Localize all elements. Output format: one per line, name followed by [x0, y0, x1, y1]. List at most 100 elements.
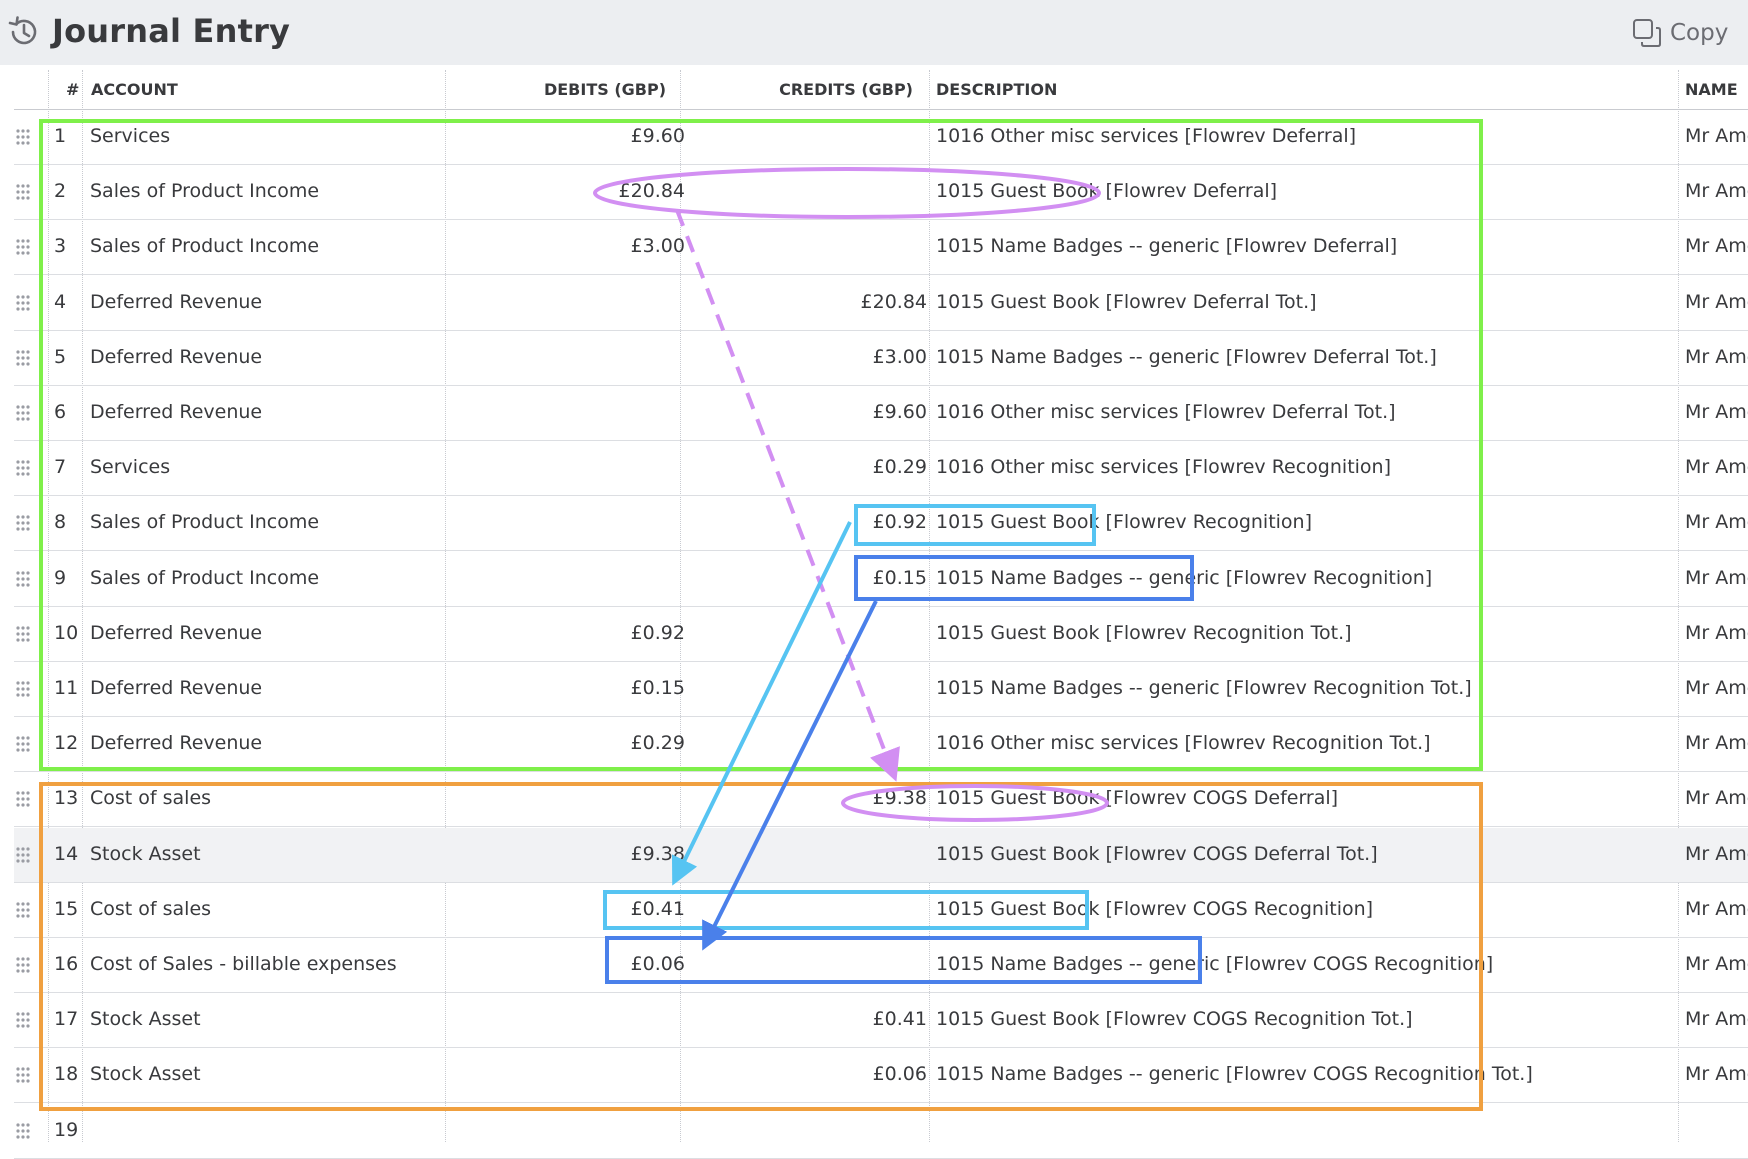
debit-cell[interactable]: £9.38 — [444, 843, 685, 865]
name-cell[interactable]: Mr Ame — [1685, 843, 1748, 865]
table-row[interactable]: 19 — [14, 1104, 1748, 1159]
description-cell[interactable]: 1015 Guest Book [Flowrev Deferral] — [936, 180, 1277, 202]
debit-cell[interactable]: £20.84 — [444, 180, 685, 202]
table-row[interactable]: 12 Deferred Revenue £0.29 1016 Other misc s… — [14, 717, 1748, 773]
table-row[interactable]: 8 Sales of Product Income £0.92 1015 Guest … — [14, 496, 1748, 552]
description-cell[interactable]: 1015 Name Badges -- generic [Flowrev Def… — [936, 346, 1437, 368]
name-cell[interactable]: Mr Ame — [1685, 898, 1748, 920]
debit-cell[interactable]: £0.06 — [444, 953, 685, 975]
debit-cell[interactable]: £0.29 — [444, 732, 685, 754]
credit-cell[interactable]: £0.92 — [688, 511, 927, 533]
description-cell[interactable]: 1015 Guest Book [Flowrev COGS Deferral] — [936, 787, 1338, 809]
name-cell[interactable]: Mr Ame — [1685, 622, 1748, 644]
name-cell[interactable]: Mr Ame — [1685, 1063, 1748, 1085]
table-row[interactable]: 9 Sales of Product Income £0.15 1015 Name B… — [14, 552, 1748, 607]
name-cell[interactable]: Mr Ame — [1685, 953, 1748, 975]
name-cell[interactable]: Mr Ame — [1685, 291, 1748, 313]
description-cell[interactable]: 1015 Guest Book [Flowrev COGS Deferral T… — [936, 843, 1378, 865]
drag-handle-icon[interactable] — [16, 460, 30, 476]
name-cell[interactable]: Mr Ame — [1685, 1008, 1748, 1030]
drag-handle-icon[interactable] — [16, 1012, 30, 1028]
credit-cell[interactable]: £3.00 — [688, 346, 927, 368]
name-cell[interactable]: Mr Ame — [1685, 180, 1748, 202]
description-cell[interactable]: 1015 Guest Book [Flowrev Deferral Tot.] — [936, 291, 1317, 313]
table-row[interactable]: 5 Deferred Revenue £3.00 1015 Name Badges -… — [14, 331, 1748, 386]
table-row[interactable]: 2 Sales of Product Income £20.84 1015 Guest… — [14, 165, 1748, 221]
drag-handle-icon[interactable] — [16, 957, 30, 973]
table-row[interactable]: 4 Deferred Revenue £20.84 1015 Guest Book [… — [14, 276, 1748, 331]
name-cell[interactable]: Mr Ame — [1685, 567, 1748, 589]
history-icon[interactable] — [6, 14, 42, 50]
copy-button[interactable]: Copy — [1632, 17, 1728, 49]
debit-cell[interactable]: £0.15 — [444, 677, 685, 699]
debit-cell[interactable]: £0.41 — [444, 898, 685, 920]
table-row[interactable]: 1 Services £9.60 1016 Other misc services [… — [14, 110, 1748, 165]
account-cell[interactable]: Deferred Revenue — [90, 677, 262, 699]
name-cell[interactable]: Mr Ame — [1685, 346, 1748, 368]
account-cell[interactable]: Sales of Product Income — [90, 511, 319, 533]
column-header-description[interactable]: DESCRIPTION — [936, 80, 1057, 102]
credit-cell[interactable]: £9.38 — [688, 787, 927, 809]
description-cell[interactable]: 1015 Name Badges -- generic [Flowrev Rec… — [936, 677, 1472, 699]
drag-handle-icon[interactable] — [16, 736, 30, 752]
account-cell[interactable]: Deferred Revenue — [90, 622, 262, 644]
account-cell[interactable]: Deferred Revenue — [90, 346, 262, 368]
credit-cell[interactable]: £20.84 — [688, 291, 927, 313]
column-header-name[interactable]: NAME — [1685, 80, 1738, 102]
credit-cell[interactable]: £0.41 — [688, 1008, 927, 1030]
name-cell[interactable]: Mr Ame — [1685, 677, 1748, 699]
description-cell[interactable]: 1015 Name Badges -- generic [Flowrev COG… — [936, 953, 1493, 975]
name-cell[interactable]: Mr Ame — [1685, 456, 1748, 478]
account-cell[interactable]: Cost of sales — [90, 898, 211, 920]
description-cell[interactable]: 1016 Other misc services [Flowrev Recogn… — [936, 732, 1431, 754]
name-cell[interactable]: Mr Ame — [1685, 787, 1748, 809]
drag-handle-icon[interactable] — [16, 350, 30, 366]
drag-handle-icon[interactable] — [16, 405, 30, 421]
account-cell[interactable]: Stock Asset — [90, 1063, 201, 1085]
account-cell[interactable]: Sales of Product Income — [90, 567, 319, 589]
description-cell[interactable]: 1015 Guest Book [Flowrev Recognition Tot… — [936, 622, 1352, 644]
account-cell[interactable]: Deferred Revenue — [90, 291, 262, 313]
account-cell[interactable]: Deferred Revenue — [90, 401, 262, 423]
table-row[interactable]: 6 Deferred Revenue £9.60 1016 Other misc se… — [14, 386, 1748, 441]
name-cell[interactable]: Mr Ame — [1685, 732, 1748, 754]
table-row[interactable]: 18 Stock Asset £0.06 1015 Name Badges -- ge… — [14, 1048, 1748, 1104]
table-row[interactable]: 16 Cost of Sales - billable expenses £0.06… — [14, 938, 1748, 993]
account-cell[interactable]: Services — [90, 456, 170, 478]
table-row[interactable]: 17 Stock Asset £0.41 1015 Guest Book [Flowr… — [14, 993, 1748, 1049]
table-row[interactable]: 13 Cost of sales £9.38 1015 Guest Book [Flo… — [14, 772, 1748, 828]
description-cell[interactable]: 1015 Name Badges -- generic [Flowrev Rec… — [936, 567, 1432, 589]
description-cell[interactable]: 1015 Name Badges -- generic [Flowrev Def… — [936, 235, 1397, 257]
drag-handle-icon[interactable] — [16, 791, 30, 807]
description-cell[interactable]: 1015 Name Badges -- generic [Flowrev COG… — [936, 1063, 1533, 1085]
drag-handle-icon[interactable] — [16, 570, 30, 587]
table-row[interactable]: 10 Deferred Revenue £0.92 1015 Guest Book [… — [14, 607, 1748, 662]
description-cell[interactable]: 1015 Guest Book [Flowrev Recognition] — [936, 511, 1312, 533]
account-cell[interactable]: Sales of Product Income — [90, 180, 319, 202]
drag-handle-icon[interactable] — [16, 294, 30, 311]
account-cell[interactable]: Sales of Product Income — [90, 235, 319, 257]
drag-handle-icon[interactable] — [16, 239, 30, 255]
credit-cell[interactable]: £0.29 — [688, 456, 927, 478]
table-row[interactable]: 14 Stock Asset £9.38 1015 Guest Book [Flowr… — [14, 827, 1748, 883]
drag-handle-icon[interactable] — [16, 681, 30, 697]
table-row[interactable]: 11 Deferred Revenue £0.15 1015 Name Badges … — [14, 662, 1748, 717]
name-cell[interactable]: Mr Ame — [1685, 125, 1748, 147]
drag-handle-icon[interactable] — [16, 846, 30, 863]
debit-cell[interactable]: £3.00 — [444, 235, 685, 257]
description-cell[interactable]: 1016 Other misc services [Flowrev Deferr… — [936, 401, 1396, 423]
table-row[interactable]: 3 Sales of Product Income £3.00 1015 Name B… — [14, 220, 1748, 276]
column-header-account[interactable]: ACCOUNT — [91, 80, 178, 102]
name-cell[interactable]: Mr Ame — [1685, 235, 1748, 257]
debit-cell[interactable]: £0.92 — [444, 622, 685, 644]
description-cell[interactable]: 1016 Other misc services [Flowrev Recogn… — [936, 456, 1391, 478]
drag-handle-icon[interactable] — [16, 129, 30, 145]
drag-handle-icon[interactable] — [16, 1122, 30, 1139]
drag-handle-icon[interactable] — [16, 626, 30, 642]
drag-handle-icon[interactable] — [16, 902, 30, 918]
name-cell[interactable]: Mr Ame — [1685, 401, 1748, 423]
account-cell[interactable]: Stock Asset — [90, 843, 201, 865]
account-cell[interactable]: Deferred Revenue — [90, 732, 262, 754]
credit-cell[interactable]: £0.06 — [688, 1063, 927, 1085]
account-cell[interactable]: Cost of sales — [90, 787, 211, 809]
